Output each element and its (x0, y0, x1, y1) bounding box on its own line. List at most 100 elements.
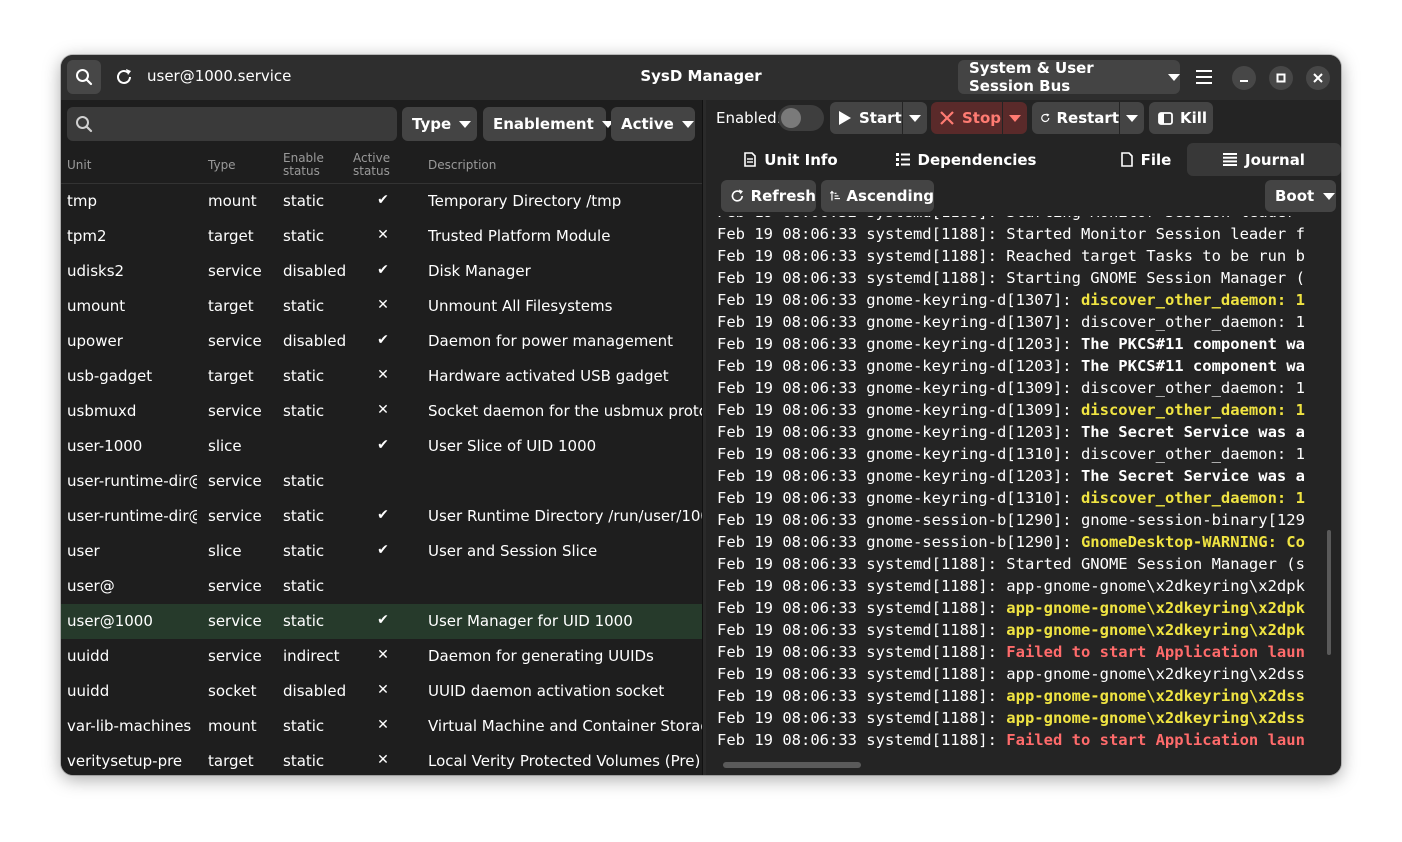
chevron-down-icon (681, 120, 694, 128)
close-icon (1313, 73, 1323, 83)
journal-line-message: app-gnome-gnome\x2dkeyring\x2dss (1006, 665, 1305, 683)
journal-line: Feb 19 08:06:33 gnome-keyring-d[1310]: d… (717, 443, 1305, 465)
journal-log-view[interactable]: Feb 19 08:06:32 systemd[1188]: Starting … (717, 216, 1321, 758)
cell-type: mount (208, 717, 257, 735)
stop-x-icon (940, 111, 954, 125)
header-bar: user@1000.service SysD Manager System & … (61, 55, 1341, 100)
start-menu-button[interactable] (903, 102, 927, 134)
journal-line: Feb 19 08:06:33 systemd[1188]: Started M… (717, 223, 1305, 245)
cell-active-status: ✔ (377, 507, 389, 523)
table-row[interactable]: user@1000 service static ✔ User Manager for … (61, 604, 702, 639)
restart-menu-button[interactable] (1120, 102, 1144, 134)
tab-dependencies[interactable]: Dependencies (871, 143, 1061, 176)
cell-type: target (208, 752, 254, 770)
table-row[interactable]: user@ service static (61, 569, 702, 604)
table-row[interactable]: user-runtime-dir@ service static (61, 464, 702, 499)
cell-type: service (208, 647, 262, 665)
table-row[interactable]: usbmuxd service static ✕ Socket daemon for t… (61, 394, 702, 429)
table-row[interactable]: umount target static ✕ Unmount All Filesyste… (61, 289, 702, 324)
journal-line-message: The PKCS#11 component wa (1080, 357, 1305, 375)
kill-button[interactable]: Kill (1149, 102, 1213, 134)
journal-line: Feb 19 08:06:33 gnome-keyring-d[1309]: d… (717, 399, 1305, 421)
tab-dependencies-label: Dependencies (917, 150, 1037, 169)
table-row[interactable]: tmp mount static ✔ Temporary Directory /tmp (61, 184, 702, 219)
journal-order-button[interactable]: Ascending (821, 180, 934, 212)
journal-line-message: Failed to start Application laun (1006, 643, 1305, 661)
chevron-down-icon (1323, 192, 1336, 200)
journal-line-message: discover_other_daemon: 1 (1080, 379, 1305, 397)
journal-line-message: gnome-session-binary[129 (1080, 511, 1305, 529)
journal-line: Feb 19 08:06:33 gnome-session-b[1290]: G… (717, 531, 1305, 553)
journal-line-message: discover_other_daemon: 1 (1080, 291, 1305, 309)
enabled-switch[interactable] (778, 105, 824, 131)
main-menu-button[interactable] (1187, 60, 1221, 94)
journal-line: Feb 19 08:06:33 gnome-keyring-d[1309]: d… (717, 377, 1305, 399)
column-header-description[interactable]: Description (428, 159, 496, 172)
bus-selector-label: System & User Session Bus (969, 59, 1094, 95)
unit-detail-pane: Enabled: Start Stop Restart Kill Unit In… (706, 100, 1341, 775)
column-header-enable-status[interactable]: Enable status (283, 152, 324, 178)
table-row[interactable]: user-1000 slice ✔ User Slice of UID 1000 (61, 429, 702, 464)
table-row[interactable]: udisks2 service disabled ✔ Disk Manager (61, 254, 702, 289)
restart-button[interactable]: Restart (1032, 102, 1119, 134)
table-row[interactable]: uuidd service indirect ✕ Daemon for generati… (61, 639, 702, 674)
journal-vertical-scrollbar[interactable] (1327, 530, 1331, 655)
cell-active-status: ✕ (377, 367, 389, 383)
column-header-type[interactable]: Type (208, 159, 236, 172)
cell-type: mount (208, 192, 257, 210)
table-row[interactable]: veritysetup-pre target static ✕ Local Verity… (61, 744, 702, 775)
table-row[interactable]: user slice static ✔ User and Session Slice (61, 534, 702, 569)
cell-unit: usb-gadget (67, 367, 153, 385)
cell-enable-status: disabled (283, 682, 347, 700)
unit-table-body: tmp mount static ✔ Temporary Directory /tmp t… (61, 184, 702, 775)
journal-line: Feb 19 08:06:33 gnome-session-b[1290]: g… (717, 509, 1305, 531)
stop-menu-button[interactable] (1003, 102, 1027, 134)
maximize-button[interactable] (1269, 66, 1293, 90)
search-toggle-button[interactable] (67, 60, 101, 94)
journal-line: Feb 19 08:06:33 systemd[1188]: app-gnome… (717, 685, 1305, 707)
cell-type: service (208, 472, 262, 490)
table-row[interactable]: uuidd socket disabled ✕ UUID daemon activati… (61, 674, 702, 709)
tab-journal[interactable]: Journal (1187, 143, 1341, 176)
table-row[interactable]: upower service disabled ✔ Daemon for power m… (61, 324, 702, 359)
column-header-unit[interactable]: Unit (67, 159, 91, 172)
journal-line-prefix: Feb 19 08:06:33 gnome-keyring-d[1203]: (717, 423, 1081, 441)
cell-description: Virtual Machine and Container Storage (C (428, 717, 702, 735)
table-row[interactable]: var-lib-machines mount static ✕ Virtual Mach… (61, 709, 702, 744)
table-row[interactable]: usb-gadget target static ✕ Hardware activate… (61, 359, 702, 394)
enablement-filter-dropdown[interactable]: Enablement (483, 107, 614, 141)
cell-active-status: ✔ (377, 262, 389, 278)
close-button[interactable] (1306, 66, 1330, 90)
journal-line-prefix: Feb 19 08:06:33 gnome-keyring-d[1203]: (717, 357, 1081, 375)
cell-unit: user@ (67, 577, 115, 595)
stop-button[interactable]: Stop (931, 102, 1002, 134)
active-filter-dropdown[interactable]: Active (611, 107, 695, 141)
tab-unit-info[interactable]: Unit Info (716, 143, 866, 176)
cell-active-status: ✔ (377, 542, 389, 558)
cell-unit: upower (67, 332, 123, 350)
bus-selector[interactable]: System & User Session Bus (958, 59, 1180, 95)
journal-line: Feb 19 08:06:33 systemd[1188]: app-gnome… (717, 663, 1305, 685)
journal-line: Feb 19 08:06:33 systemd[1188]: app-gnome… (717, 707, 1305, 729)
minimize-icon (1240, 80, 1248, 82)
cell-active-status: ✔ (377, 332, 389, 348)
reload-button[interactable] (107, 60, 141, 94)
unit-search-input[interactable] (67, 107, 397, 141)
cell-active-status: ✕ (377, 682, 389, 698)
cell-unit: var-lib-machines (67, 717, 192, 735)
boot-filter-dropdown[interactable]: Boot (1265, 180, 1336, 212)
type-filter-dropdown[interactable]: Type (402, 107, 477, 141)
cell-enable-status: static (283, 472, 325, 490)
start-button[interactable]: Start (830, 102, 902, 134)
journal-line-prefix: Feb 19 08:06:33 gnome-keyring-d[1309]: (717, 401, 1081, 419)
cell-enable-status: disabled (283, 332, 347, 350)
cell-enable-status: static (283, 752, 325, 770)
journal-refresh-button[interactable]: Refresh (721, 180, 816, 212)
column-header-active-status[interactable]: Active status (353, 152, 390, 178)
table-row[interactable]: tpm2 target static ✕ Trusted Platform Module (61, 219, 702, 254)
cell-description: Daemon for power management (428, 332, 674, 350)
journal-horizontal-scrollbar[interactable] (723, 762, 861, 768)
minimize-button[interactable] (1232, 66, 1256, 90)
cell-type: service (208, 612, 262, 630)
table-row[interactable]: user-runtime-dir@1 service static ✔ User Run… (61, 499, 702, 534)
